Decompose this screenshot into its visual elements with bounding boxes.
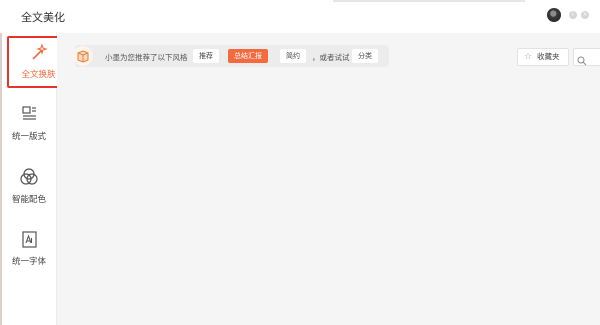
panel-title: 全文美化 [21, 11, 65, 24]
search-icon [577, 51, 587, 70]
sidebar: 全文换肤 统一版式 智能配色 统一字体 [0, 33, 70, 325]
chip-category[interactable]: 分类 [352, 49, 378, 63]
sidebar-edge [0, 33, 2, 325]
sidebar-item-layout[interactable]: 统一版式 [6, 100, 52, 150]
layout-icon [6, 104, 52, 124]
favorites-button[interactable]: ☆ 收藏夹 [517, 48, 569, 66]
box-icon [73, 46, 93, 66]
info-icon[interactable]: i [569, 11, 577, 19]
main-area [57, 33, 600, 325]
chip-summary-report[interactable]: 总结汇报 [228, 49, 268, 63]
search-input[interactable] [573, 48, 600, 66]
top-divider [333, 0, 525, 2]
title-bar: 全文美化 i × [0, 0, 600, 33]
user-avatar[interactable] [547, 8, 561, 22]
recommend-text: 小墨为您推荐了以下风格 [105, 53, 188, 62]
recommend-suffix: ，或者试试 [312, 53, 350, 62]
chip-simple[interactable]: 简约 [280, 49, 306, 63]
sidebar-item-label: 智能配色 [11, 195, 46, 205]
star-icon: ☆ [524, 52, 533, 62]
close-icon[interactable]: × [581, 11, 589, 19]
sidebar-item-font[interactable]: 统一字体 [6, 225, 52, 275]
color-circles-icon [6, 167, 52, 187]
sidebar-item-label: 统一版式 [11, 132, 46, 142]
favorites-label: 收藏夹 [537, 52, 560, 61]
font-icon [6, 229, 52, 249]
sidebar-item-label: 统一字体 [11, 257, 46, 267]
chip-recommend[interactable]: 推荐 [193, 49, 219, 63]
sidebar-item-color[interactable]: 智能配色 [6, 163, 52, 213]
